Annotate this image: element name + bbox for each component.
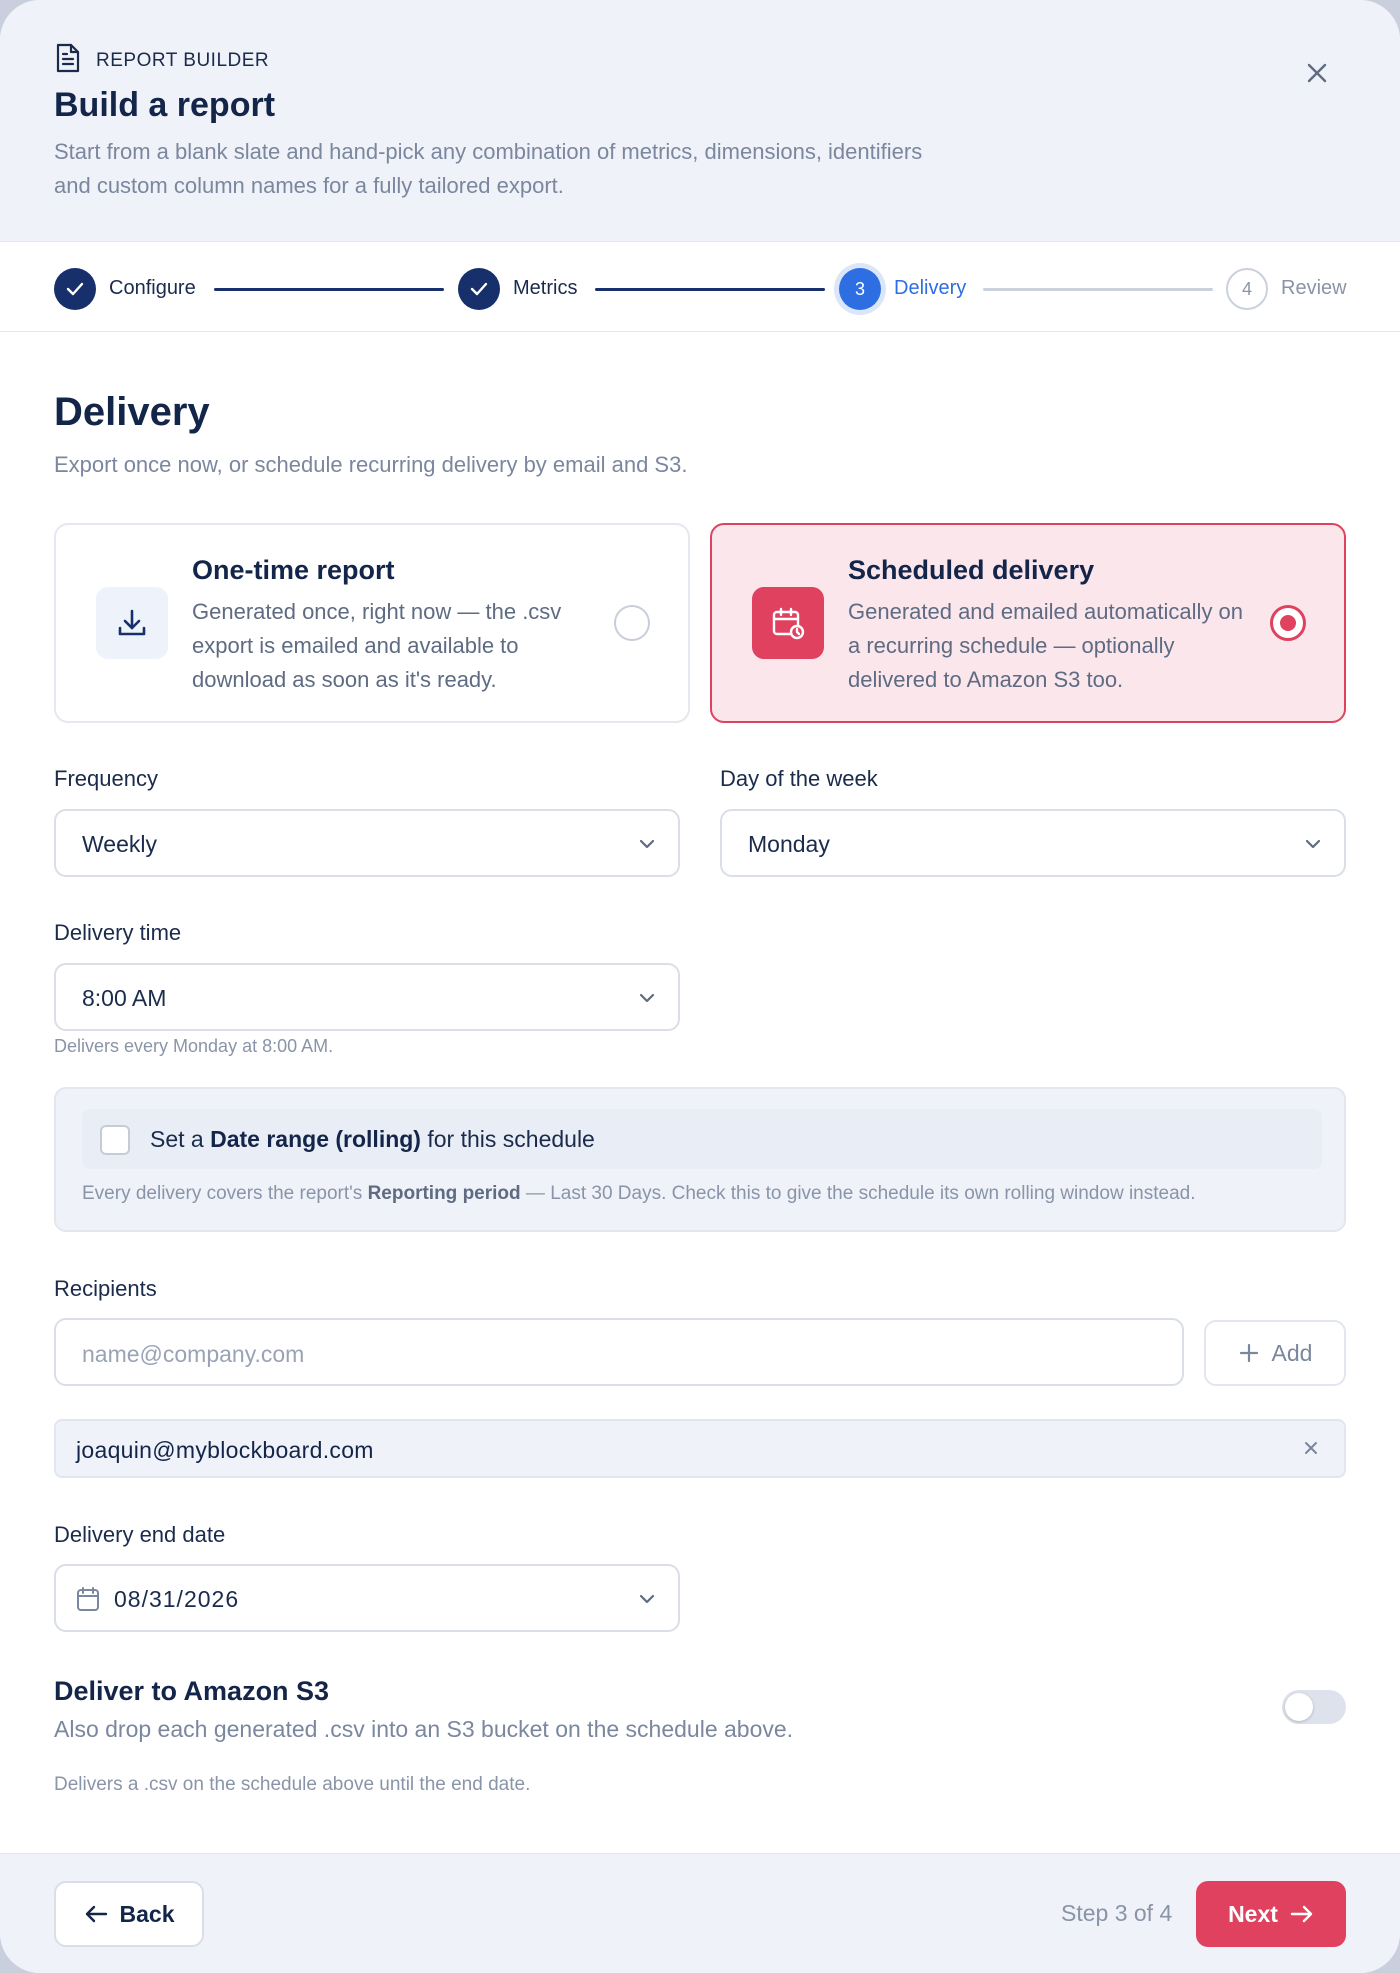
section-subtitle: Export once now, or schedule recurring d… [54,452,688,477]
calendar-icon [77,1587,99,1611]
date-range-checkbox[interactable] [100,1125,130,1155]
step-delivery[interactable]: 3 [839,268,881,310]
modal-title: Build a report [54,86,276,124]
s3-hint: Delivers a .csv on the schedule above un… [54,1774,531,1795]
add-recipient-button[interactable]: Add [1204,1320,1346,1386]
delivery-time-hint: Delivers every Monday at 8:00 AM. [54,1036,334,1056]
step-label-configure: Configure [109,277,196,299]
option-description: Generated once, right now — the .csv exp… [192,599,562,692]
chevron-down-icon [1305,839,1321,849]
toggle-knob [1285,1693,1313,1721]
s3-toggle[interactable] [1282,1690,1346,1724]
modal-footer: Back Step 3 of 4 Next [0,1853,1400,1973]
day-of-week-select[interactable]: Monday [720,809,1346,877]
step-number: 4 [1241,278,1252,299]
radio-dot [1280,615,1296,631]
download-icon [96,587,168,659]
remove-recipient-icon[interactable] [1302,1439,1320,1457]
step-metrics[interactable] [458,268,500,310]
option-title: Scheduled delivery [848,555,1095,585]
step-configure[interactable] [54,268,96,310]
date-range-note: Every delivery covers the report's Repor… [82,1183,1196,1204]
step-number: 3 [854,278,865,299]
arrow-right-icon [1290,1905,1313,1923]
recipient-placeholder: name@company.com [82,1341,305,1367]
close-button[interactable] [1300,56,1334,90]
step-label-delivery: Delivery [894,277,967,299]
back-label: Back [119,1900,175,1927]
check-icon [470,282,488,296]
end-date-picker[interactable]: 08/31/2026 [54,1564,680,1632]
s3-subtitle: Also drop each generated .csv into an S3… [54,1716,794,1742]
close-icon [1307,63,1327,83]
recipient-email: joaquin@myblockboard.com [76,1437,374,1463]
step-connector [983,288,1213,291]
delivery-time-select[interactable]: 8:00 AM [54,963,680,1031]
scheduled-radio[interactable] [1270,605,1306,641]
stepper: Configure Metrics 3 Delivery 4 Review [0,242,1400,332]
recipient-chip: joaquin@myblockboard.com [54,1419,1346,1478]
step-label-review: Review [1281,277,1347,299]
section-title: Delivery [54,390,210,434]
document-icon [54,42,82,79]
date-range-label: Set a Date range (rolling) for this sche… [150,1126,595,1152]
chevron-down-icon [639,1594,655,1604]
scheduled-delivery-option[interactable]: Scheduled delivery Generated and emailed… [710,523,1346,723]
eyebrow: REPORT BUILDER [54,42,269,79]
option-description: Generated and emailed automatically on a… [848,599,1244,692]
date-range-panel: Set a Date range (rolling) for this sche… [54,1087,1346,1232]
step-connector [595,288,825,291]
add-label: Add [1271,1339,1313,1366]
step-connector [214,288,444,291]
day-of-week-label: Day of the week [720,766,878,791]
end-date-value: 08/31/2026 [114,1586,240,1612]
calendar-clock-icon [752,587,824,659]
end-date-label: Delivery end date [54,1522,226,1547]
one-time-report-option[interactable]: One-time report Generated once, right no… [54,523,690,723]
recipients-label: Recipients [54,1276,157,1301]
frequency-label: Frequency [54,766,158,791]
arrow-left-icon [85,1905,107,1923]
next-label: Next [1228,1900,1278,1927]
chevron-down-icon [639,993,655,1003]
modal-header: REPORT BUILDER Build a report Start from… [0,0,1400,242]
step-review[interactable]: 4 [1226,268,1268,310]
date-range-toggle-row[interactable]: Set a Date range (rolling) for this sche… [82,1109,1322,1169]
frequency-value: Weekly [82,831,157,857]
step-label-metrics: Metrics [513,277,578,299]
day-of-week-value: Monday [748,831,830,857]
delivery-time-label: Delivery time [54,920,182,945]
next-button[interactable]: Next [1196,1881,1346,1947]
one-time-radio[interactable] [614,605,650,641]
delivery-time-value: 8:00 AM [82,985,167,1011]
plus-icon [1239,1343,1258,1363]
frequency-select[interactable]: Weekly [54,809,680,877]
report-builder-modal: REPORT BUILDER Build a report Start from… [0,0,1400,1973]
option-title: One-time report [192,555,395,585]
check-icon [66,282,84,296]
s3-title: Deliver to Amazon S3 [54,1676,330,1706]
modal-subtitle: Start from a blank slate and hand-pick a… [54,139,923,198]
eyebrow-label: REPORT BUILDER [96,49,270,71]
back-button[interactable]: Back [54,1881,204,1947]
chevron-down-icon [639,839,655,849]
step-count: Step 3 of 4 [1061,1900,1173,1926]
recipient-email-input[interactable]: name@company.com [54,1318,1184,1386]
